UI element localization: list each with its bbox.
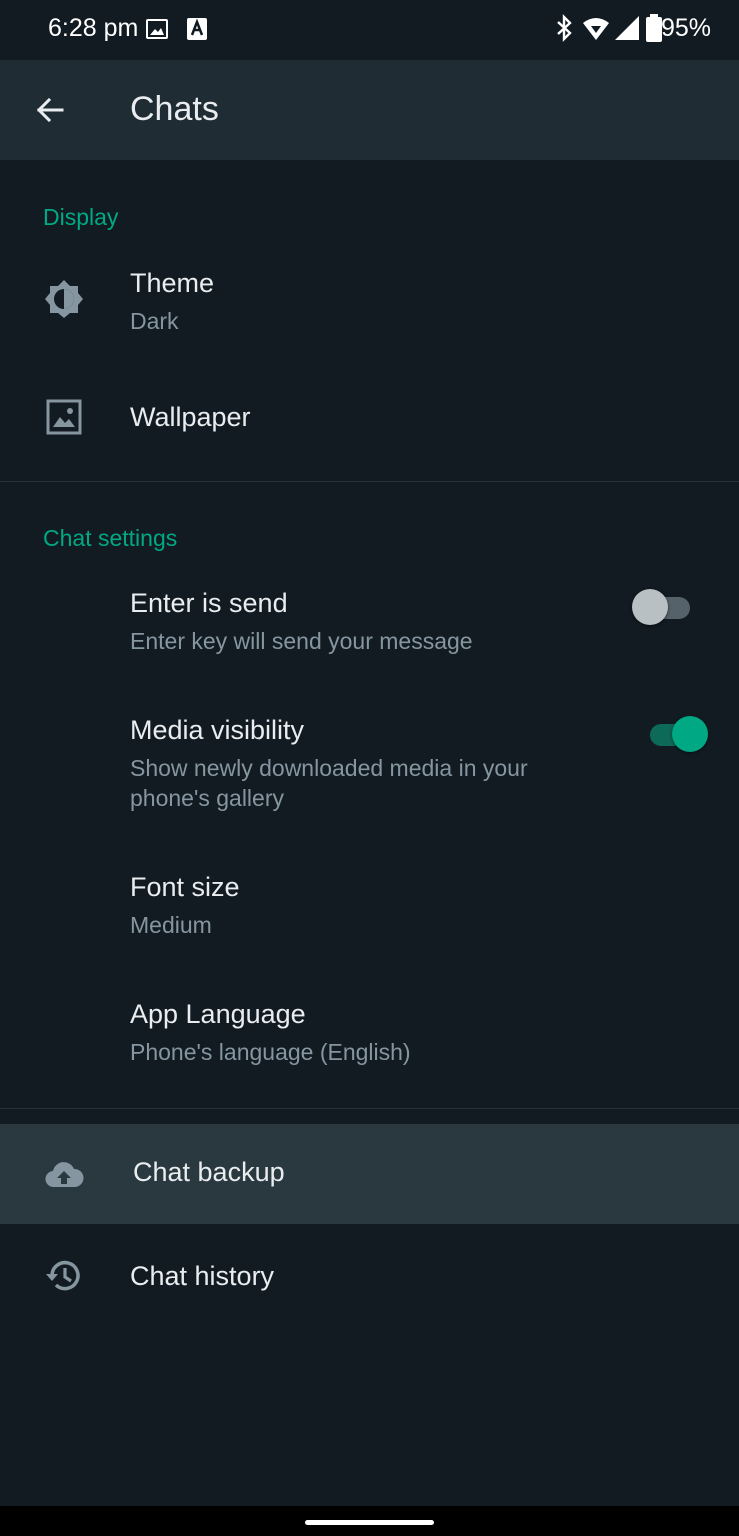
bluetooth-icon [552,14,580,44]
section-divider [0,481,739,482]
media-visibility-row[interactable]: Media visibility Show newly downloaded m… [0,700,739,830]
chats-settings-screen: 6:28 pm 95% Chats Display Theme Dark Wal… [0,0,739,1536]
font-size-row[interactable]: Font size Medium [0,856,739,956]
media-visibility-title: Media visibility [130,715,305,745]
image-icon [145,14,173,44]
section-header-display: Display [43,204,119,230]
font-size-value: Medium [130,912,212,938]
navigation-bar [0,1506,739,1536]
enter-is-send-subtitle: Enter key will send your message [130,628,473,654]
cloud-upload-icon [43,1153,85,1195]
wallpaper-icon [43,396,85,438]
theme-title: Theme [130,268,215,298]
wallpaper-row[interactable]: Wallpaper [0,372,739,462]
toggle-thumb [672,716,708,752]
page-title: Chats [130,90,219,128]
theme-row[interactable]: Theme Dark [0,252,739,352]
chat-history-row[interactable]: Chat history [0,1230,739,1320]
a-badge-icon [186,14,214,44]
enter-is-send-toggle[interactable] [632,587,694,627]
media-visibility-toggle[interactable] [646,714,708,754]
media-visibility-subtitle: Show newly downloaded media in your phon… [130,755,528,811]
font-size-title: Font size [130,872,240,902]
theme-value: Dark [130,308,179,334]
history-icon [43,1255,85,1297]
status-time: 6:28 pm [48,14,139,42]
status-bar: 6:28 pm 95% [0,0,739,60]
theme-brightness-icon [43,278,85,320]
toggle-thumb [632,589,668,625]
back-button[interactable] [22,82,78,138]
battery-percent: 95% [660,14,711,42]
chat-history-title: Chat history [130,1261,275,1291]
chat-backup-title: Chat backup [133,1157,285,1187]
enter-is-send-title: Enter is send [130,588,288,618]
app-language-title: App Language [130,999,306,1029]
app-language-row[interactable]: App Language Phone's language (English) [0,983,739,1083]
section-divider [0,1108,739,1109]
wallpaper-title: Wallpaper [130,402,251,432]
signal-icon [613,14,641,44]
app-language-value: Phone's language (English) [130,1039,411,1065]
wifi-icon [582,14,610,44]
app-bar: Chats [0,60,739,160]
section-header-chat-settings: Chat settings [43,525,178,551]
home-gesture-handle[interactable] [305,1520,434,1525]
back-arrow-icon [36,97,64,123]
enter-is-send-row[interactable]: Enter is send Enter key will send your m… [0,572,739,672]
chat-backup-row[interactable]: Chat backup [0,1124,739,1224]
